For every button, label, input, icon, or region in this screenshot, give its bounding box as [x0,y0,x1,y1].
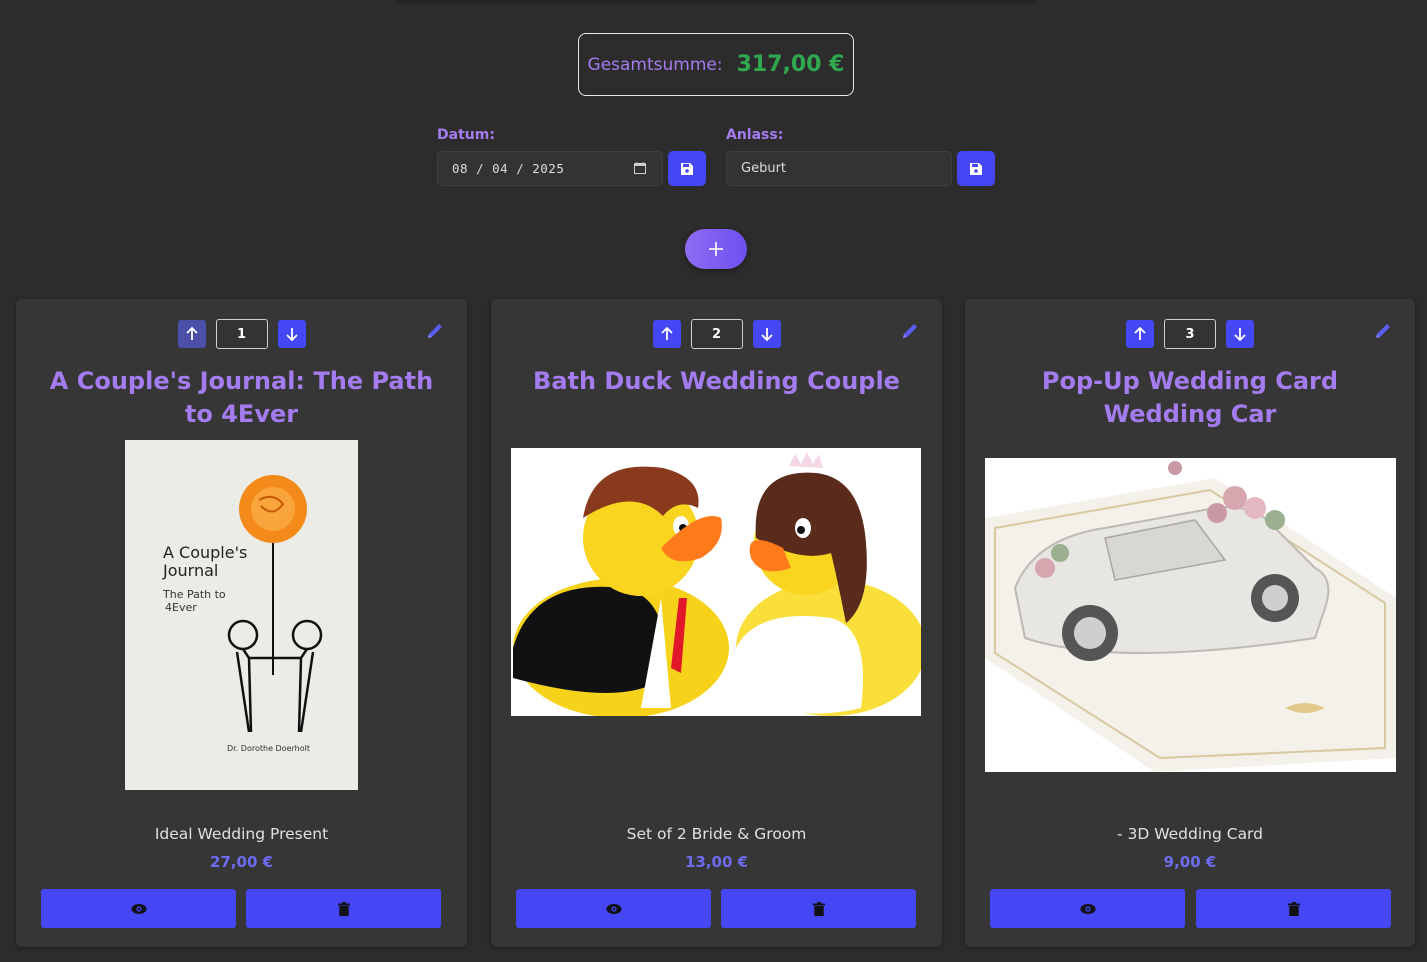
calendar-icon[interactable] [634,162,646,174]
popup-card-image [985,458,1396,772]
item-price: 13,00 € [684,853,749,871]
move-down-button[interactable] [277,320,306,348]
add-item-button[interactable] [685,229,747,269]
book-subtitle-line-2: 4Ever [165,601,197,614]
item-price: 27,00 € [209,853,274,871]
total-sum-box: Gesamtsumme: 317,00 € [578,33,854,96]
book-author: Dr. Dorothe Doerholt [227,744,310,753]
move-up-button[interactable] [652,320,681,348]
move-down-button[interactable] [752,320,781,348]
occasion-value: Geburt [741,161,787,176]
move-down-button[interactable] [1226,320,1254,348]
gift-card-1: 1 A Couple's Journal: The Path to 4Ever … [16,299,467,947]
item-title: Pop-Up Wedding Card Wedding Car [1041,367,1339,428]
item-description: Set of 2 Bride & Groom [626,825,807,843]
trash-icon [337,901,350,916]
arrow-down-icon [285,328,298,341]
trash-icon [1287,901,1300,916]
eye-icon [606,903,621,914]
book-cover-image: A Couple's Journal The Path to 4Ever Dr.… [125,440,358,790]
save-date-button[interactable] [668,151,706,186]
arrow-up-icon [660,327,673,340]
eye-icon [1080,903,1095,914]
total-sum-label: Gesamtsumme: [587,54,723,75]
duck-couple-image [511,448,921,716]
date-input[interactable]: 08 / 04 / 2025 [437,151,663,186]
arrow-down-icon [760,328,773,341]
position-input[interactable]: 1 [215,319,268,349]
top-bar-edge [395,0,1035,4]
order-controls: 3 [965,319,1415,349]
delete-button[interactable] [1196,889,1391,928]
gift-card-2: 2 Bath Duck Wedding Couple Set of 2 Brid… [491,299,942,947]
delete-button[interactable] [246,889,441,928]
pencil-icon[interactable] [900,321,920,341]
arrow-up-icon [1134,327,1146,340]
floppy-disk-icon [681,162,693,175]
order-controls: 2 [491,319,942,349]
gift-card-3: 3 Pop-Up Wedding Card Wedding Car - 3D W… [965,299,1415,947]
occasion-label: Anlass: [726,127,784,143]
item-description: Ideal Wedding Present [154,825,329,843]
eye-icon [131,903,146,914]
item-title: A Couple's Journal: The Path to 4Ever [49,367,434,428]
floppy-disk-icon [970,162,982,175]
book-subtitle-line-1: The Path to [162,588,226,601]
arrow-down-icon [1234,328,1246,341]
pencil-icon[interactable] [1373,321,1393,341]
view-button[interactable] [41,889,236,928]
arrow-up-icon [185,327,198,340]
trash-icon [812,901,825,916]
book-title-line-2: Journal [162,561,218,580]
item-title: Bath Duck Wedding Couple [533,367,900,395]
position-input[interactable]: 3 [1164,319,1216,349]
move-up-button[interactable] [1126,320,1154,348]
book-title-line-1: A Couple's [163,543,247,562]
view-button[interactable] [516,889,711,928]
item-description: - 3D Wedding Card [1116,825,1264,843]
total-sum-value: 317,00 € [736,52,845,77]
date-label: Datum: [437,127,495,143]
date-value: 08 / 04 / 2025 [452,161,565,176]
view-button[interactable] [990,889,1185,928]
move-up-button[interactable] [177,320,206,348]
order-controls: 1 [16,319,467,349]
position-input[interactable]: 2 [690,319,743,349]
save-occasion-button[interactable] [957,151,995,186]
occasion-input[interactable]: Geburt [726,151,952,186]
pencil-icon[interactable] [425,321,445,341]
item-price: 9,00 € [1163,853,1217,871]
plus-icon [709,242,723,256]
delete-button[interactable] [721,889,916,928]
